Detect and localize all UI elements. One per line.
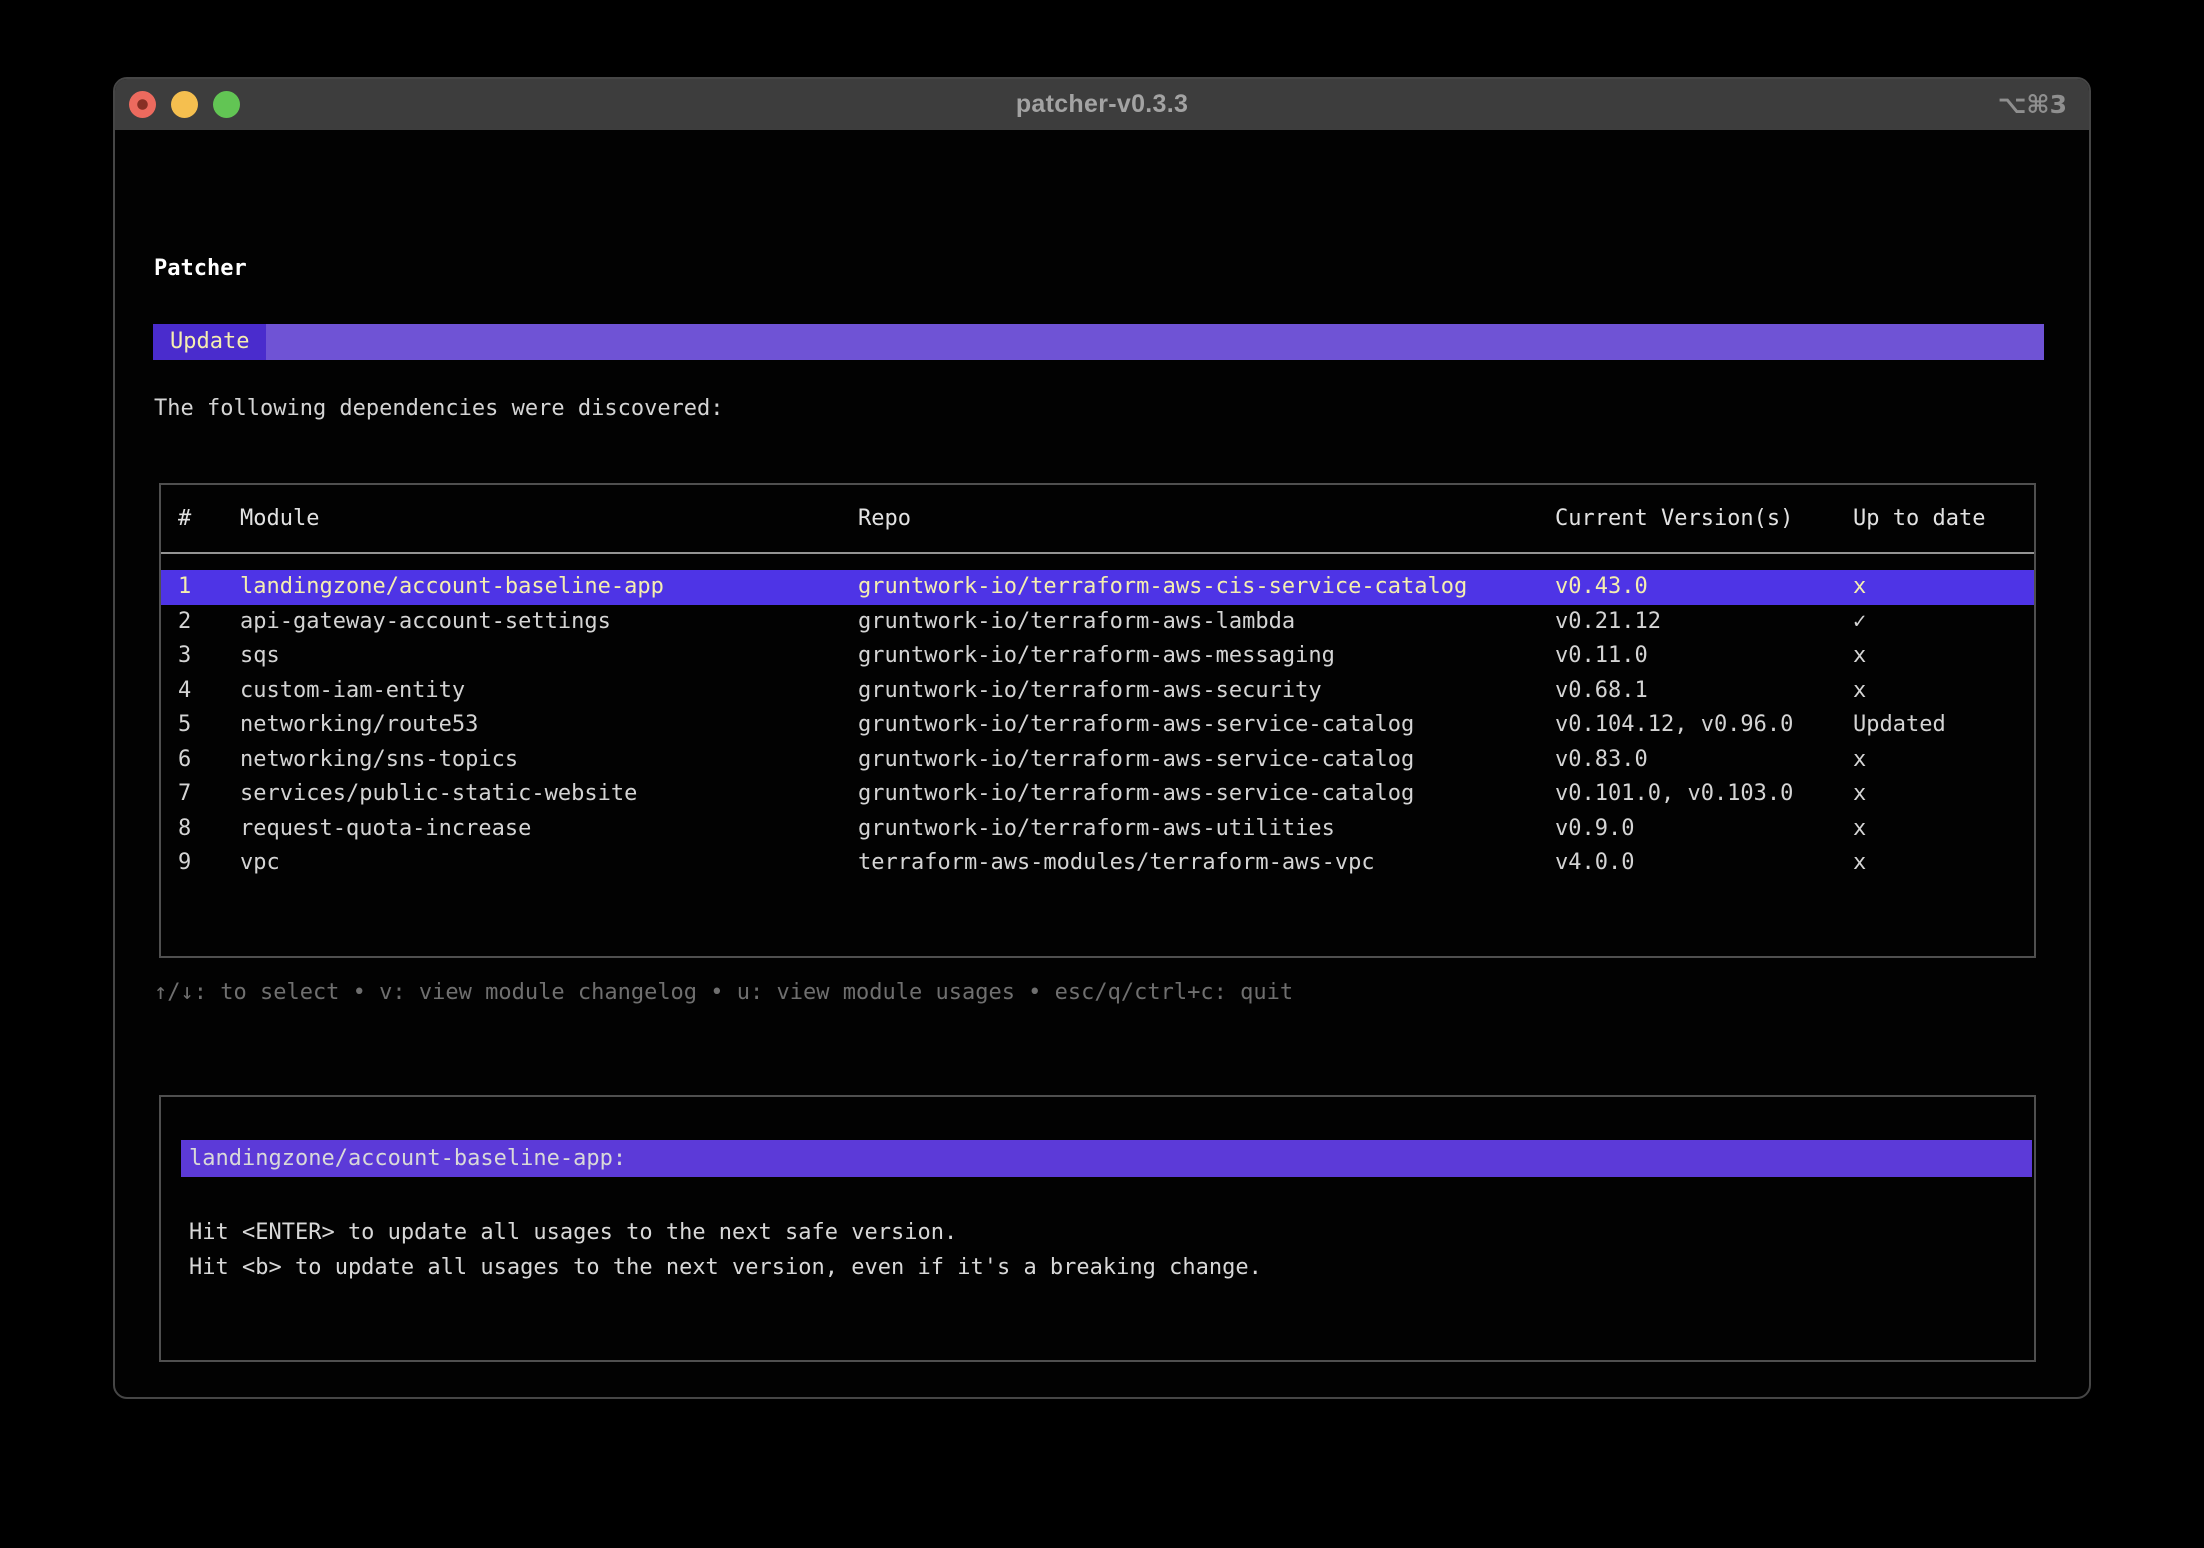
row-version: v0.11.0 [1555, 639, 1853, 674]
row-uptodate: x [1853, 846, 2034, 881]
window-title: patcher-v0.3.3 [115, 90, 2089, 119]
update-bar: Update [153, 324, 2044, 360]
row-repo: gruntwork-io/terraform-aws-messaging [858, 639, 1555, 674]
row-module: request-quota-increase [240, 812, 858, 847]
row-repo: terraform-aws-modules/terraform-aws-vpc [858, 846, 1555, 881]
table-row[interactable]: 3sqsgruntwork-io/terraform-aws-messaging… [161, 639, 2034, 674]
row-module: sqs [240, 639, 858, 674]
dependency-table: # Module Repo Current Version(s) Up to d… [159, 483, 2036, 958]
row-num: 3 [178, 639, 240, 674]
detail-instructions: Hit <ENTER> to update all usages to the … [189, 1215, 2014, 1285]
detail-panel: landingzone/account-baseline-app: Hit <E… [159, 1095, 2036, 1362]
row-num: 4 [178, 674, 240, 709]
row-repo: gruntwork-io/terraform-aws-security [858, 674, 1555, 709]
row-module: vpc [240, 846, 858, 881]
app-heading: Patcher [154, 256, 247, 281]
terminal-window: patcher-v0.3.3 ⌥⌘3 Patcher Update The fo… [113, 77, 2091, 1399]
row-version: v4.0.0 [1555, 846, 1853, 881]
header-num: # [178, 499, 240, 539]
row-uptodate: ✓ [1853, 605, 2034, 640]
table-row[interactable]: 7services/public-static-websitegruntwork… [161, 777, 2034, 812]
row-repo: gruntwork-io/terraform-aws-utilities [858, 812, 1555, 847]
intro-text: The following dependencies were discover… [154, 396, 724, 421]
row-uptodate: x [1853, 570, 2034, 605]
row-version: v0.104.12, v0.96.0 [1555, 708, 1853, 743]
table-header-row: # Module Repo Current Version(s) Up to d… [161, 499, 2034, 539]
tab-update[interactable]: Update [153, 324, 266, 360]
tab-shortcut-hint: ⌥⌘3 [1998, 90, 2067, 119]
table-row[interactable]: 8request-quota-increasegruntwork-io/terr… [161, 812, 2034, 847]
row-uptodate: x [1853, 812, 2034, 847]
row-version: v0.68.1 [1555, 674, 1853, 709]
header-separator [161, 552, 2034, 554]
title-bar: patcher-v0.3.3 ⌥⌘3 [115, 79, 2089, 130]
table-row[interactable]: 5networking/route53gruntwork-io/terrafor… [161, 708, 2034, 743]
row-uptodate: Updated [1853, 708, 2034, 743]
row-module: api-gateway-account-settings [240, 605, 858, 640]
row-num: 1 [178, 570, 240, 605]
row-uptodate: x [1853, 639, 2034, 674]
row-repo: gruntwork-io/terraform-aws-lambda [858, 605, 1555, 640]
row-version: v0.101.0, v0.103.0 [1555, 777, 1853, 812]
row-repo: gruntwork-io/terraform-aws-cis-service-c… [858, 570, 1555, 605]
header-module: Module [240, 499, 858, 539]
row-module: networking/sns-topics [240, 743, 858, 778]
row-num: 6 [178, 743, 240, 778]
detail-line-enter: Hit <ENTER> to update all usages to the … [189, 1215, 2014, 1250]
header-repo: Repo [858, 499, 1555, 539]
row-uptodate: x [1853, 674, 2034, 709]
table-row[interactable]: 4custom-iam-entitygruntwork-io/terraform… [161, 674, 2034, 709]
row-version: v0.9.0 [1555, 812, 1853, 847]
row-module: networking/route53 [240, 708, 858, 743]
header-uptodate: Up to date [1853, 499, 2034, 539]
row-version: v0.43.0 [1555, 570, 1853, 605]
header-version: Current Version(s) [1555, 499, 1853, 539]
row-module: landingzone/account-baseline-app [240, 570, 858, 605]
table-row[interactable]: 2api-gateway-account-settingsgruntwork-i… [161, 605, 2034, 640]
row-num: 8 [178, 812, 240, 847]
row-repo: gruntwork-io/terraform-aws-service-catal… [858, 708, 1555, 743]
row-repo: gruntwork-io/terraform-aws-service-catal… [858, 743, 1555, 778]
row-module: services/public-static-website [240, 777, 858, 812]
row-module: custom-iam-entity [240, 674, 858, 709]
keybinding-help: ↑/↓: to select • v: view module changelo… [154, 980, 1293, 1005]
table-row[interactable]: 6networking/sns-topicsgruntwork-io/terra… [161, 743, 2034, 778]
row-version: v0.83.0 [1555, 743, 1853, 778]
detail-line-breaking: Hit <b> to update all usages to the next… [189, 1250, 2014, 1285]
row-repo: gruntwork-io/terraform-aws-service-catal… [858, 777, 1555, 812]
row-num: 2 [178, 605, 240, 640]
selected-module-title: landingzone/account-baseline-app: [181, 1140, 2032, 1177]
row-num: 7 [178, 777, 240, 812]
row-num: 5 [178, 708, 240, 743]
terminal-content: Patcher Update The following dependencie… [115, 130, 2089, 1397]
row-uptodate: x [1853, 743, 2034, 778]
row-uptodate: x [1853, 777, 2034, 812]
row-version: v0.21.12 [1555, 605, 1853, 640]
table-row[interactable]: 1landingzone/account-baseline-appgruntwo… [161, 570, 2034, 605]
row-num: 9 [178, 846, 240, 881]
table-row[interactable]: 9vpcterraform-aws-modules/terraform-aws-… [161, 846, 2034, 881]
table-rows: 1landingzone/account-baseline-appgruntwo… [161, 570, 2034, 881]
